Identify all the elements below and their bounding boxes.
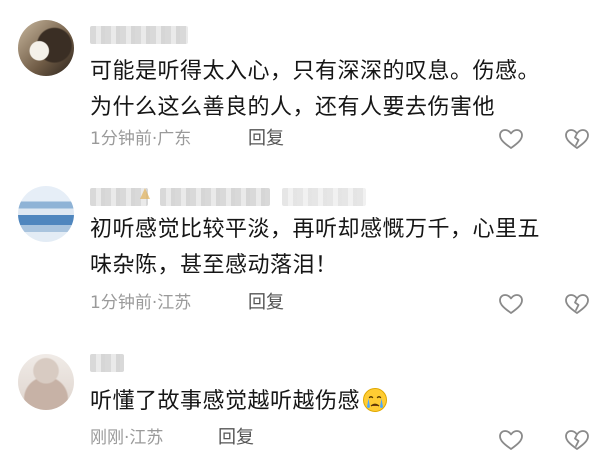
broken-heart-icon (565, 294, 589, 314)
comment-text-line: 听懂了故事感觉越听越伤感 (90, 389, 361, 414)
comment-time: 刚刚 (90, 428, 124, 448)
comment-location: 广东 (157, 129, 192, 149)
username-blurred[interactable] (160, 188, 270, 206)
dislike-button[interactable] (564, 127, 590, 151)
like-button[interactable] (498, 428, 524, 452)
heart-outline-icon (499, 129, 523, 149)
avatar[interactable] (18, 20, 74, 76)
avatar[interactable] (18, 354, 74, 410)
comment-item: 可能是听得太入心，只有深深的叹息。伤感。 为什么这么善良的人，还有人要去伤害他 … (0, 0, 600, 160)
username-blurred[interactable] (90, 26, 188, 44)
comment-text: 可能是听得太入心，只有深深的叹息。伤感。 为什么这么善良的人，还有人要去伤害他 (90, 54, 580, 126)
dislike-button[interactable] (564, 428, 590, 452)
broken-heart-icon (565, 430, 589, 450)
comment-time: 1分钟前 (90, 293, 152, 313)
like-button[interactable] (498, 127, 524, 151)
broken-heart-icon (565, 129, 589, 149)
comment-meta: 刚刚·江苏 (90, 426, 163, 450)
comment-text: 初听感觉比较平淡，再听却感慨万千，心里五 味杂陈，甚至感动落泪！ (90, 212, 580, 284)
comment-item: 初听感觉比较平淡，再听却感慨万千，心里五 味杂陈，甚至感动落泪！ 1分钟前·江苏… (0, 160, 600, 320)
comment-text: 听懂了故事感觉越听越伤感 (90, 384, 580, 420)
user-badge-icon (138, 186, 152, 200)
crying-face-icon (362, 387, 388, 413)
reply-button[interactable]: 回复 (248, 127, 284, 151)
comment-location: 江苏 (157, 293, 192, 313)
reply-button[interactable]: 回复 (248, 291, 284, 315)
comment-meta: 1分钟前·广东 (90, 127, 191, 151)
comment-text-line: 初听感觉比较平淡，再听却感慨万千，心里五 (90, 217, 541, 242)
comment-text-line: 可能是听得太入心，只有深深的叹息。伤感。 (90, 59, 541, 84)
comment-text-line: 味杂陈，甚至感动落泪！ (90, 253, 338, 278)
heart-outline-icon (499, 430, 523, 450)
reply-button[interactable]: 回复 (218, 426, 254, 450)
comment-meta: 1分钟前·江苏 (90, 291, 191, 315)
comment-time: 1分钟前 (90, 129, 152, 149)
comment-item: 听懂了故事感觉越听越伤感 刚刚·江苏 回复 (0, 320, 600, 472)
like-button[interactable] (498, 292, 524, 316)
heart-outline-icon (499, 294, 523, 314)
comment-text-line: 为什么这么善良的人，还有人要去伤害他 (90, 95, 496, 120)
avatar[interactable] (18, 186, 74, 242)
dislike-button[interactable] (564, 292, 590, 316)
username-blurred[interactable] (282, 188, 366, 206)
comment-location: 江苏 (129, 428, 164, 448)
username-blurred[interactable] (90, 354, 124, 372)
